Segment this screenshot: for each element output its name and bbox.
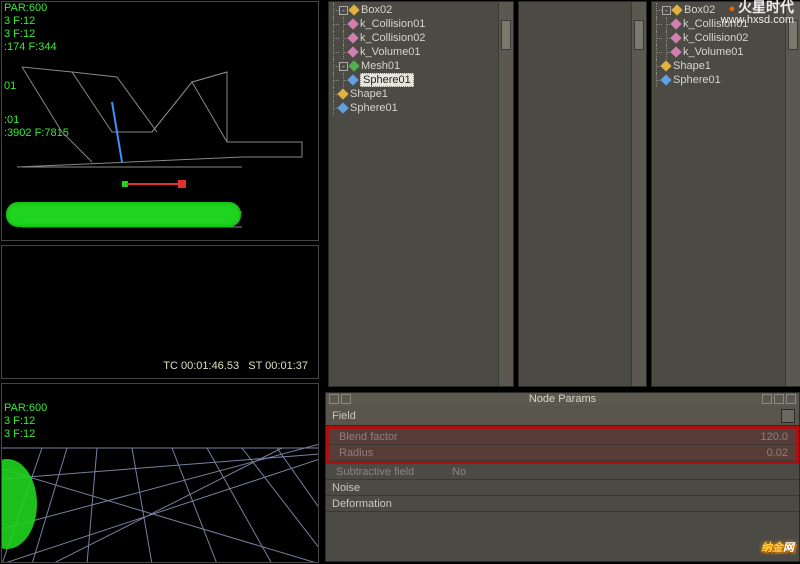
- panel-title: Node Params: [326, 393, 799, 406]
- viewport-bottom[interactable]: PAR:600 3 F:12 3 F:12: [1, 383, 319, 563]
- tree-item[interactable]: - Mesh01: [329, 59, 513, 73]
- tree-item-label: Sphere01: [673, 74, 721, 86]
- param-key: Radius: [329, 447, 429, 459]
- highlighted-params: Blend factor 120.0 Radius 0.02: [326, 426, 799, 464]
- timecode: TC 00:01:46.53 ST 00:01:37: [163, 360, 308, 373]
- param-key: Blend factor: [329, 431, 429, 443]
- param-value[interactable]: No: [446, 466, 799, 478]
- wireframe-bot: [2, 384, 319, 563]
- expander-icon[interactable]: -: [339, 62, 348, 71]
- viewport-area: PAR:600 3 F:12 3 F:12 :174 F:344 01 :01 …: [0, 0, 320, 564]
- param-value[interactable]: 0.02: [429, 447, 796, 459]
- tree-item-label: k_Volume01: [683, 46, 744, 58]
- tree-item-label: k_Collision02: [683, 32, 748, 44]
- tree-area: - Box02 k_Collision01 k_Collision02 k_Volume…: [325, 0, 800, 388]
- expander-icon[interactable]: -: [662, 6, 671, 15]
- param-row[interactable]: Blend factor 120.0: [329, 429, 796, 445]
- tree-item-label: Box02: [684, 4, 715, 16]
- node-icon: [348, 60, 359, 71]
- scene-tree-right[interactable]: -Box02k_Collision01k_Collision02k_Volume…: [651, 1, 800, 387]
- tree-item-label: Box02: [361, 4, 392, 16]
- tree-item-label: k_Collision02: [360, 32, 425, 44]
- node-icon: [348, 4, 359, 15]
- panel-left-icons[interactable]: [329, 394, 351, 404]
- tree-item-label: Sphere01: [350, 102, 398, 114]
- node-icon: [670, 46, 681, 57]
- viewport-top[interactable]: PAR:600 3 F:12 3 F:12 :174 F:344 01 :01 …: [1, 1, 319, 241]
- node-params-panel: Node Params Field Blend factor 120.0 Rad…: [325, 392, 800, 562]
- node-icon: [337, 88, 348, 99]
- tree-item-label: Mesh01: [361, 60, 400, 72]
- node-icon: [347, 46, 358, 57]
- tree-item[interactable]: Shape1: [329, 87, 513, 101]
- tree-item-label: Sphere01: [360, 73, 414, 87]
- tree-item[interactable]: k_Collision02: [652, 31, 800, 45]
- tree-item[interactable]: k_Collision02: [329, 31, 513, 45]
- expander-icon[interactable]: -: [339, 6, 348, 15]
- scene-tree-left[interactable]: - Box02 k_Collision01 k_Collision02 k_Volume…: [328, 1, 514, 387]
- scrollbar[interactable]: [498, 2, 513, 386]
- tree-item[interactable]: Sphere01: [329, 73, 513, 87]
- node-icon: [347, 18, 358, 29]
- node-icon: [347, 74, 358, 85]
- scene-tree-mid[interactable]: [518, 1, 647, 387]
- param-value[interactable]: 120.0: [429, 431, 796, 443]
- node-icon: [337, 102, 348, 113]
- scrollbar[interactable]: [785, 2, 800, 386]
- node-icon: [660, 74, 671, 85]
- tree-item[interactable]: Sphere01: [652, 73, 800, 87]
- scrollbar[interactable]: [631, 2, 646, 386]
- node-icon: [670, 32, 681, 43]
- viewport-mid[interactable]: TC 00:01:46.53 ST 00:01:37: [1, 245, 319, 379]
- tree-item[interactable]: - Box02: [329, 3, 513, 17]
- param-row[interactable]: Subtractive field No: [326, 464, 799, 480]
- section-noise[interactable]: Noise: [326, 480, 799, 496]
- panel-right-icons[interactable]: [762, 394, 796, 404]
- node-icon: [670, 18, 681, 29]
- green-geo: [6, 202, 241, 227]
- section-deformation[interactable]: Deformation: [326, 496, 799, 512]
- field-header[interactable]: Field: [326, 406, 799, 426]
- tree-item[interactable]: k_Volume01: [652, 45, 800, 59]
- watermark-narkii: 纳金网: [761, 526, 794, 558]
- tree-item-label: Shape1: [673, 60, 711, 72]
- tree-item[interactable]: Shape1: [652, 59, 800, 73]
- tree-item[interactable]: k_Volume01: [329, 45, 513, 59]
- tree-item[interactable]: Sphere01: [329, 101, 513, 115]
- sort-icon[interactable]: [781, 409, 795, 423]
- tree-item-label: Shape1: [350, 88, 388, 100]
- tree-item-label: k_Volume01: [360, 46, 421, 58]
- node-icon: [671, 4, 682, 15]
- node-icon: [347, 32, 358, 43]
- watermark-hxsd: ● 火星时代 www.hxsd.com: [721, 2, 794, 26]
- node-icon: [660, 60, 671, 71]
- param-row[interactable]: Radius 0.02: [329, 445, 796, 461]
- param-key: Subtractive field: [326, 466, 446, 478]
- tree-item[interactable]: k_Collision01: [329, 17, 513, 31]
- tree-item-label: k_Collision01: [360, 18, 425, 30]
- panel-title-text: Node Params: [529, 393, 596, 405]
